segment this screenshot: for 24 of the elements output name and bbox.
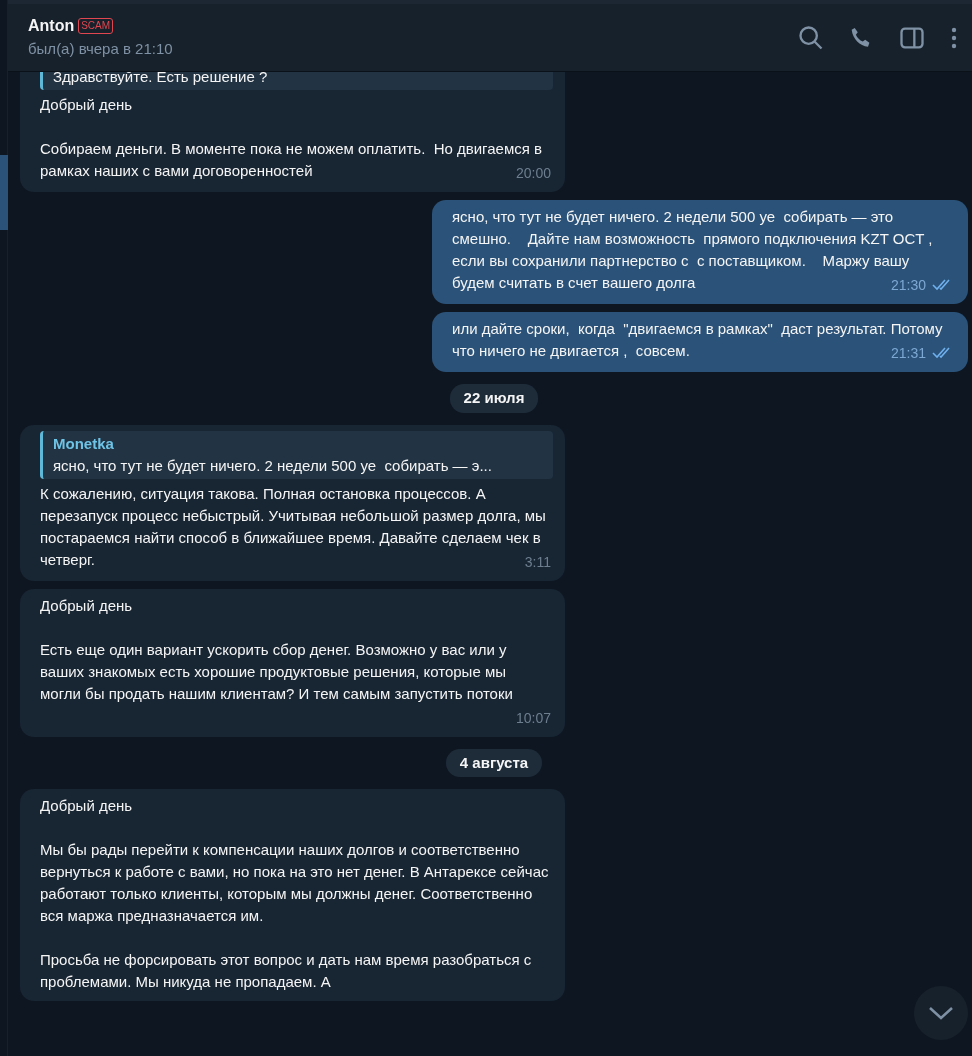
message-time: 10:07 (515, 708, 551, 728)
message-text: ясно, что тут не будет ничего. 2 недели 500 уе собирать — это смешно. Дайте нам возможность прямого подключения KZT OCT , если вы сохранили партнерство с с поставщиком. Маржу вашу будем считать в счет вашего долга 21:30 (452, 206, 954, 294)
message-time: 21:31 (890, 344, 926, 363)
message-text: Добрый день (40, 796, 134, 816)
message-text: или дайте сроки, когда "двигаемся в рамках" даст результат. Потому что ничего не двигается , совсем. 21:31 (452, 318, 954, 362)
message-text: Собираем деньги. В моменте пока не можем оплатить. Но двигаемся в рамках наших с вами договоренностей 20:00 (40, 138, 551, 182)
last-seen-status: был(а) вчера в 21:10 (28, 39, 174, 60)
date-separator: 4 августа (445, 748, 543, 777)
message-text: Мы бы рады перейти к компенсации наших долгов и соответственно вернуться к работе с вами, но пока на это нет денег. В Антарексе сейчас работают только клиенты, которым мы должны денег. Соответственно вся маржа предназначается им. (40, 840, 550, 926)
reply-text: Здравствуйте. Есть решение ? (53, 67, 269, 87)
message-text: Просьба не форсировать этот вопрос и дать нам время разобраться с проблемами. Мы никуда не пропадаем. А (40, 950, 533, 992)
contact-name: Anton (28, 16, 75, 37)
message-time: 21:30 (890, 276, 926, 295)
date-separator: 22 июля (449, 384, 539, 413)
search-button[interactable] (796, 23, 825, 52)
reply-text: ясно, что тут не будет ничего. 2 недели 500 уе собирать — э... (53, 455, 493, 476)
message-text: Добрый день (40, 595, 134, 616)
reply-author: Monetka (53, 433, 115, 454)
message-text: Добрый день (40, 95, 134, 115)
scam-label: SCAM (78, 18, 114, 35)
message-time: 20:00 (515, 164, 551, 183)
message-time: 3:11 (524, 552, 551, 572)
chevron-down-icon (928, 1005, 954, 1021)
message-text: К сожалению, ситуация такова. Полная остановка процессов. А перезапуск процесс небыстрый. Учитывая небольшой размер долга, мы постараемся найти способ в ближайшее время. Давайте сделаем чек в четверг. 3:11 (40, 482, 551, 571)
